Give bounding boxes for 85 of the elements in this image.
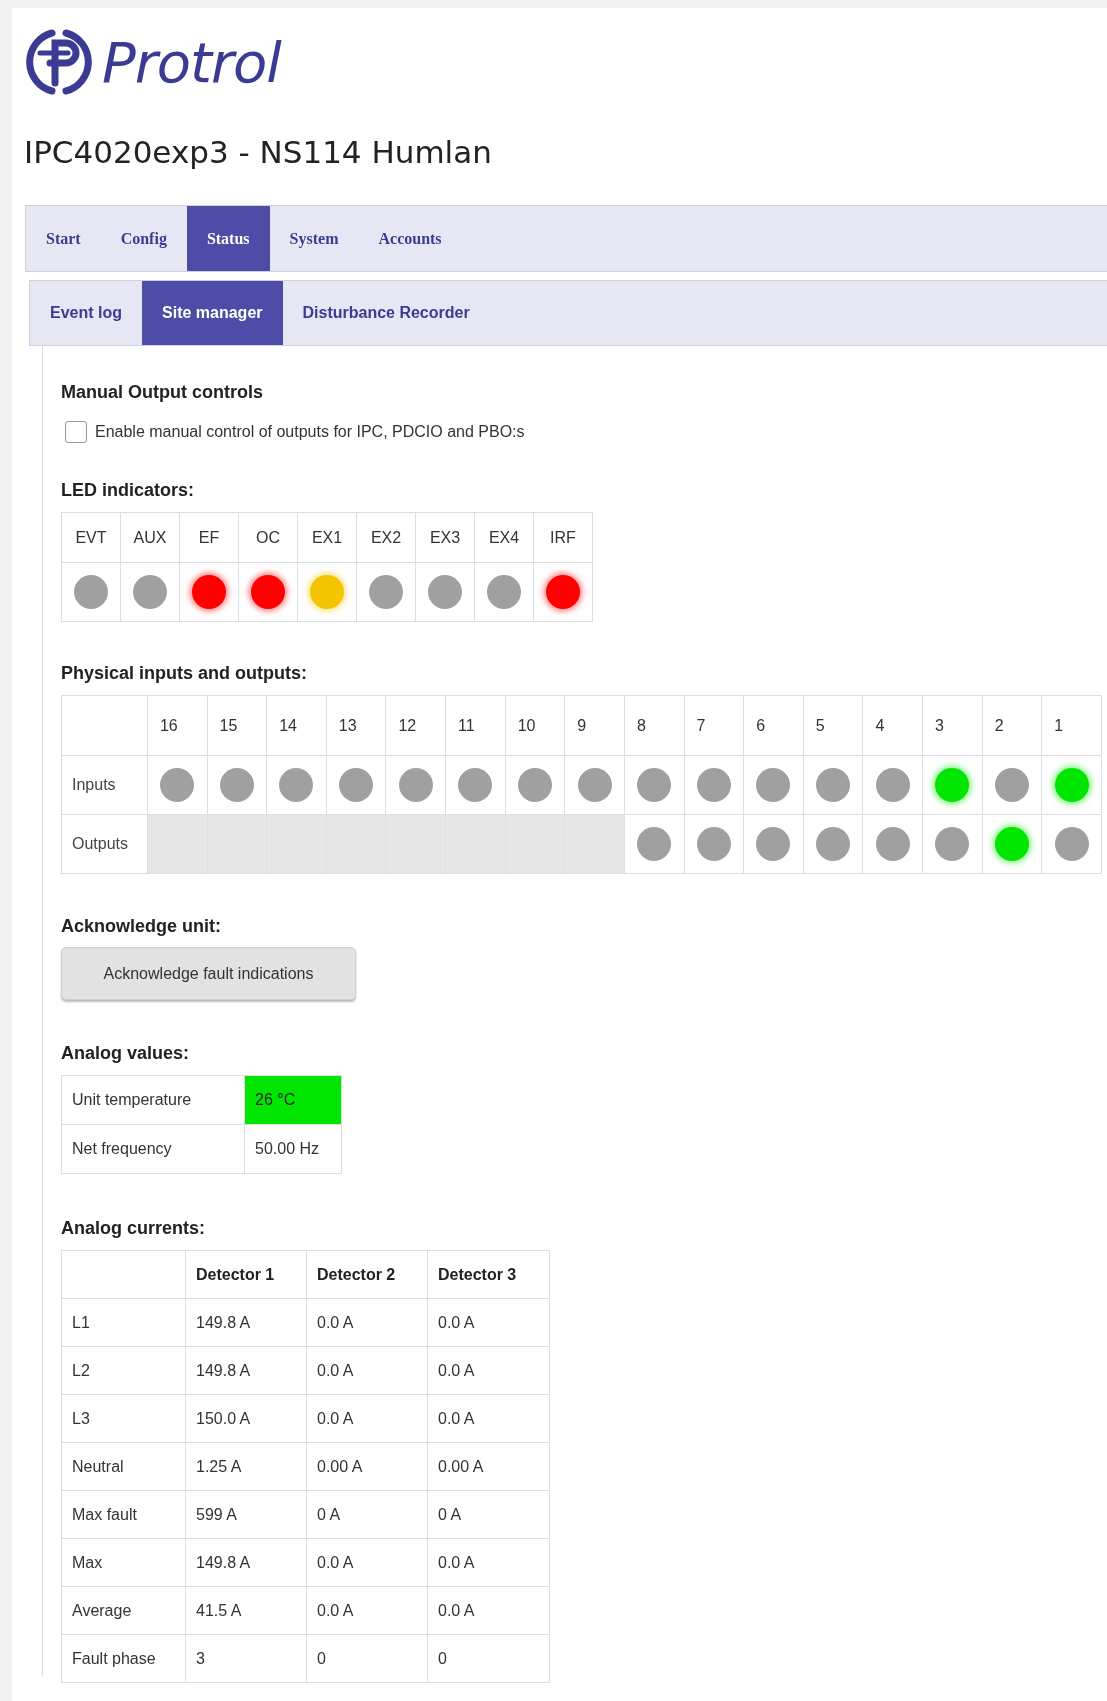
table-cell: 0.0 A bbox=[427, 1538, 550, 1587]
table-cell: 0.00 A bbox=[427, 1442, 550, 1491]
table-cell: 1.25 A bbox=[185, 1442, 307, 1491]
section-heading: Manual Output controls bbox=[61, 381, 264, 404]
table-cell: 149.8 A bbox=[185, 1346, 307, 1395]
table-cell: 0.0 A bbox=[306, 1538, 428, 1587]
led-label: IRF bbox=[533, 512, 593, 563]
table-cell: 0 bbox=[306, 1634, 428, 1683]
table-cell: 0 A bbox=[306, 1490, 428, 1539]
row-label: Average bbox=[61, 1586, 186, 1635]
tab[interactable]: System bbox=[269, 206, 359, 271]
tab[interactable]: Start bbox=[26, 206, 101, 271]
section-heading: Analog values: bbox=[61, 1042, 191, 1065]
table-cell: 0 A bbox=[427, 1490, 550, 1539]
column-header: 6 bbox=[743, 695, 804, 756]
led-label: EX3 bbox=[415, 512, 475, 563]
led-label: AUX bbox=[120, 512, 180, 563]
led-label: EX1 bbox=[297, 512, 357, 563]
value-label: Net frequency bbox=[61, 1124, 245, 1174]
column-header: 10 bbox=[505, 695, 565, 756]
table-cell: 599 A bbox=[185, 1490, 307, 1539]
column-header: 7 bbox=[684, 695, 744, 756]
column-header: 15 bbox=[207, 695, 267, 756]
column-header: 16 bbox=[147, 695, 208, 756]
table-cell: 0.0 A bbox=[306, 1394, 428, 1443]
tab[interactable]: Config bbox=[100, 206, 187, 271]
row-label: Max bbox=[61, 1538, 186, 1587]
table-cell: 0 bbox=[427, 1634, 550, 1683]
value-cell: 26 °C bbox=[244, 1075, 342, 1125]
brand-name: Protrol bbox=[102, 29, 281, 95]
column-header: 12 bbox=[385, 695, 446, 756]
row-label: Inputs bbox=[61, 755, 148, 815]
led-label: EVT bbox=[61, 512, 121, 563]
column-header: 13 bbox=[326, 695, 386, 756]
table-cell: 0.0 A bbox=[306, 1586, 428, 1635]
column-header: 5 bbox=[803, 695, 863, 756]
table-cell: 0.0 A bbox=[427, 1394, 550, 1443]
led-label: EX2 bbox=[356, 512, 416, 563]
table-cell: 0.00 A bbox=[306, 1442, 428, 1491]
row-label: Outputs bbox=[61, 814, 148, 874]
section-heading: LED indicators: bbox=[61, 479, 195, 502]
table-cell: 3 bbox=[185, 1634, 307, 1683]
row-label: Fault phase bbox=[61, 1634, 186, 1683]
acknowledge-button[interactable]: Acknowledge fault indications bbox=[61, 947, 356, 1000]
checkbox-label: Enable manual control of outputs for IPC, PDCIO and PBO:s bbox=[95, 423, 525, 441]
table-cell: 0.0 A bbox=[427, 1298, 550, 1347]
led-label: EX4 bbox=[474, 512, 534, 563]
checkbox[interactable] bbox=[65, 421, 87, 443]
row-label: L3 bbox=[61, 1394, 186, 1443]
table-cell: 0.0 A bbox=[306, 1346, 428, 1395]
column-header: Detector 2 bbox=[306, 1250, 428, 1299]
value-label: Unit temperature bbox=[61, 1075, 245, 1125]
section-heading: Physical inputs and outputs: bbox=[61, 662, 308, 685]
tab[interactable]: Disturbance Recorder bbox=[282, 281, 490, 345]
column-header: Detector 1 bbox=[185, 1250, 307, 1299]
table-cell: 0.0 A bbox=[427, 1346, 550, 1395]
tab[interactable]: Event log bbox=[30, 281, 142, 345]
tab[interactable]: Status bbox=[186, 206, 270, 271]
tab[interactable]: Accounts bbox=[358, 206, 462, 271]
column-header: Detector 3 bbox=[427, 1250, 550, 1299]
section-heading: Analog currents: bbox=[61, 1217, 207, 1240]
value-cell: 50.00 Hz bbox=[244, 1124, 342, 1174]
row-label: L2 bbox=[61, 1346, 186, 1395]
page-title: IPC4020exp3 - NS114 Humlan bbox=[24, 133, 493, 172]
column-header: 4 bbox=[862, 695, 923, 756]
table-cell: 41.5 A bbox=[185, 1586, 307, 1635]
table-cell: 149.8 A bbox=[185, 1298, 307, 1347]
column-header: 3 bbox=[922, 695, 983, 756]
led-label: OC bbox=[238, 512, 298, 563]
tab[interactable]: Site manager bbox=[142, 281, 283, 345]
led-label: EF bbox=[179, 512, 239, 563]
row-label: Neutral bbox=[61, 1442, 186, 1491]
column-header: 11 bbox=[445, 695, 506, 756]
table-cell: 0.0 A bbox=[306, 1298, 428, 1347]
column-header: 14 bbox=[266, 695, 327, 756]
section-heading: Acknowledge unit: bbox=[61, 915, 222, 938]
column-header: 9 bbox=[564, 695, 625, 756]
column-header: 8 bbox=[624, 695, 685, 756]
row-label: Max fault bbox=[61, 1490, 186, 1539]
column-header: 2 bbox=[982, 695, 1042, 756]
table-cell: 149.8 A bbox=[185, 1538, 307, 1587]
row-label: L1 bbox=[61, 1298, 186, 1347]
table-cell: 0.0 A bbox=[427, 1586, 550, 1635]
table-cell: 150.0 A bbox=[185, 1394, 307, 1443]
column-header: 1 bbox=[1041, 695, 1102, 756]
